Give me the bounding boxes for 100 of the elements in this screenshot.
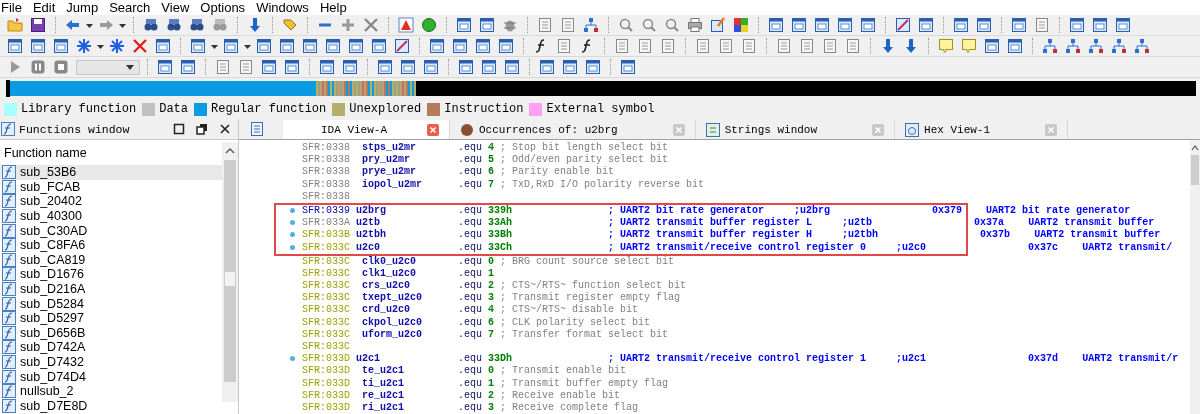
function-list-item[interactable]: sub_D7432 <box>0 354 222 370</box>
scrollbar[interactable] <box>1190 140 1200 414</box>
pen-icon[interactable] <box>895 17 911 33</box>
tab[interactable]: Strings window <box>695 120 896 139</box>
function-list-item[interactable]: sub_53B6 <box>0 165 222 180</box>
restore-icon[interactable] <box>196 123 208 135</box>
window-icon[interactable] <box>475 38 491 54</box>
back-arrow-icon[interactable] <box>65 17 81 33</box>
note-icon[interactable] <box>938 38 954 54</box>
close-icon[interactable] <box>219 123 231 135</box>
save-icon[interactable] <box>30 17 46 33</box>
window-icon[interactable] <box>479 17 495 33</box>
function-list-item[interactable]: sub_FCAB <box>0 179 222 195</box>
function-list-item[interactable]: sub_D5297 <box>0 310 222 326</box>
graph-icon[interactable] <box>1134 38 1150 54</box>
warning-icon[interactable] <box>398 17 414 33</box>
window-icon[interactable] <box>456 17 472 33</box>
menu-item[interactable]: File <box>0 0 28 15</box>
function-list-item[interactable]: nullsub_2 <box>0 383 222 399</box>
window-icon[interactable] <box>319 59 335 75</box>
document-icon[interactable] <box>614 38 630 54</box>
document-icon[interactable] <box>556 38 572 54</box>
menu-item[interactable]: Windows <box>255 0 315 15</box>
function-list-item[interactable]: sub_C30AD <box>0 223 222 238</box>
document-icon[interactable] <box>238 59 254 75</box>
window-icon[interactable] <box>953 17 969 33</box>
window-icon[interactable] <box>768 17 784 33</box>
stop-icon[interactable] <box>53 59 69 75</box>
function-list-item[interactable]: sub_40300 <box>0 208 222 224</box>
navigation-band-drawing[interactable] <box>6 80 1196 97</box>
binoculars-icon[interactable] <box>143 17 159 33</box>
printer-icon[interactable] <box>687 17 703 33</box>
document-icon[interactable] <box>637 38 653 54</box>
document-icon[interactable] <box>537 17 553 33</box>
window-icon[interactable] <box>279 38 295 54</box>
document-icon[interactable] <box>249 121 265 137</box>
document-icon[interactable] <box>660 38 676 54</box>
window-icon[interactable] <box>429 38 445 54</box>
graph-icon[interactable] <box>583 17 599 33</box>
graph-icon[interactable] <box>1111 38 1127 54</box>
function-list-item[interactable]: sub_D216A <box>0 281 222 297</box>
window-icon[interactable] <box>180 59 196 75</box>
window-icon[interactable] <box>7 38 23 54</box>
menu-item[interactable]: Jump <box>65 0 105 15</box>
window-icon[interactable] <box>1115 17 1131 33</box>
menu-item[interactable]: Options <box>199 0 252 15</box>
binoculars-icon[interactable] <box>189 17 205 33</box>
window-icon[interactable] <box>190 38 206 54</box>
folder-icon[interactable] <box>7 17 23 33</box>
window-icon[interactable] <box>458 59 474 75</box>
window-icon[interactable] <box>325 38 341 54</box>
magnifier-icon[interactable] <box>641 17 657 33</box>
window-icon[interactable] <box>976 17 992 33</box>
window-icon[interactable] <box>814 17 830 33</box>
tag-icon[interactable] <box>282 17 298 33</box>
pause-icon[interactable] <box>30 59 46 75</box>
window-icon[interactable] <box>539 59 555 75</box>
note-icon[interactable] <box>961 38 977 54</box>
window-icon[interactable] <box>1011 17 1027 33</box>
window-icon[interactable] <box>562 59 578 75</box>
document-icon[interactable] <box>822 38 838 54</box>
graph-icon[interactable] <box>1088 38 1104 54</box>
window-icon[interactable] <box>860 17 876 33</box>
star-icon[interactable] <box>76 38 92 54</box>
magnifier-icon[interactable] <box>618 17 634 33</box>
window-icon[interactable] <box>157 59 173 75</box>
cross-icon[interactable] <box>363 17 379 33</box>
document-icon[interactable] <box>695 38 711 54</box>
scrollbar[interactable] <box>222 142 238 402</box>
window-icon[interactable] <box>371 38 387 54</box>
window-icon[interactable] <box>791 17 807 33</box>
graph-icon[interactable] <box>1042 38 1058 54</box>
window-icon[interactable] <box>261 59 277 75</box>
function-list-item[interactable]: sub_D742A <box>0 340 222 355</box>
window-icon[interactable] <box>377 59 393 75</box>
document-icon[interactable] <box>741 38 757 54</box>
window-icon[interactable] <box>984 38 1000 54</box>
binoculars-icon[interactable] <box>166 17 182 33</box>
menu-item[interactable]: Help <box>318 0 353 15</box>
window-icon[interactable] <box>1069 17 1085 33</box>
star-icon[interactable] <box>109 38 125 54</box>
document-icon[interactable] <box>1034 17 1050 33</box>
menu-item[interactable]: View <box>160 0 196 15</box>
down-arrow-icon[interactable] <box>247 17 263 33</box>
ball-icon[interactable] <box>421 17 437 33</box>
function-list-item[interactable]: sub_D7E8D <box>0 398 222 414</box>
tab[interactable]: Hex View-1 <box>895 120 1069 139</box>
window-icon[interactable] <box>342 59 358 75</box>
window-icon[interactable] <box>423 59 439 75</box>
menu-item[interactable]: Edit <box>31 0 62 15</box>
window-icon[interactable] <box>1092 17 1108 33</box>
document-icon[interactable] <box>560 17 576 33</box>
tab[interactable]: Occurrences of: u2brg <box>450 120 696 139</box>
window-icon[interactable] <box>223 38 239 54</box>
tab[interactable]: IDA View-A <box>283 120 450 139</box>
window-icon[interactable] <box>284 59 300 75</box>
function-list-item[interactable]: sub_D74D4 <box>0 369 222 384</box>
graph-icon[interactable] <box>1065 38 1081 54</box>
window-icon[interactable] <box>256 38 272 54</box>
window-icon[interactable] <box>155 38 171 54</box>
